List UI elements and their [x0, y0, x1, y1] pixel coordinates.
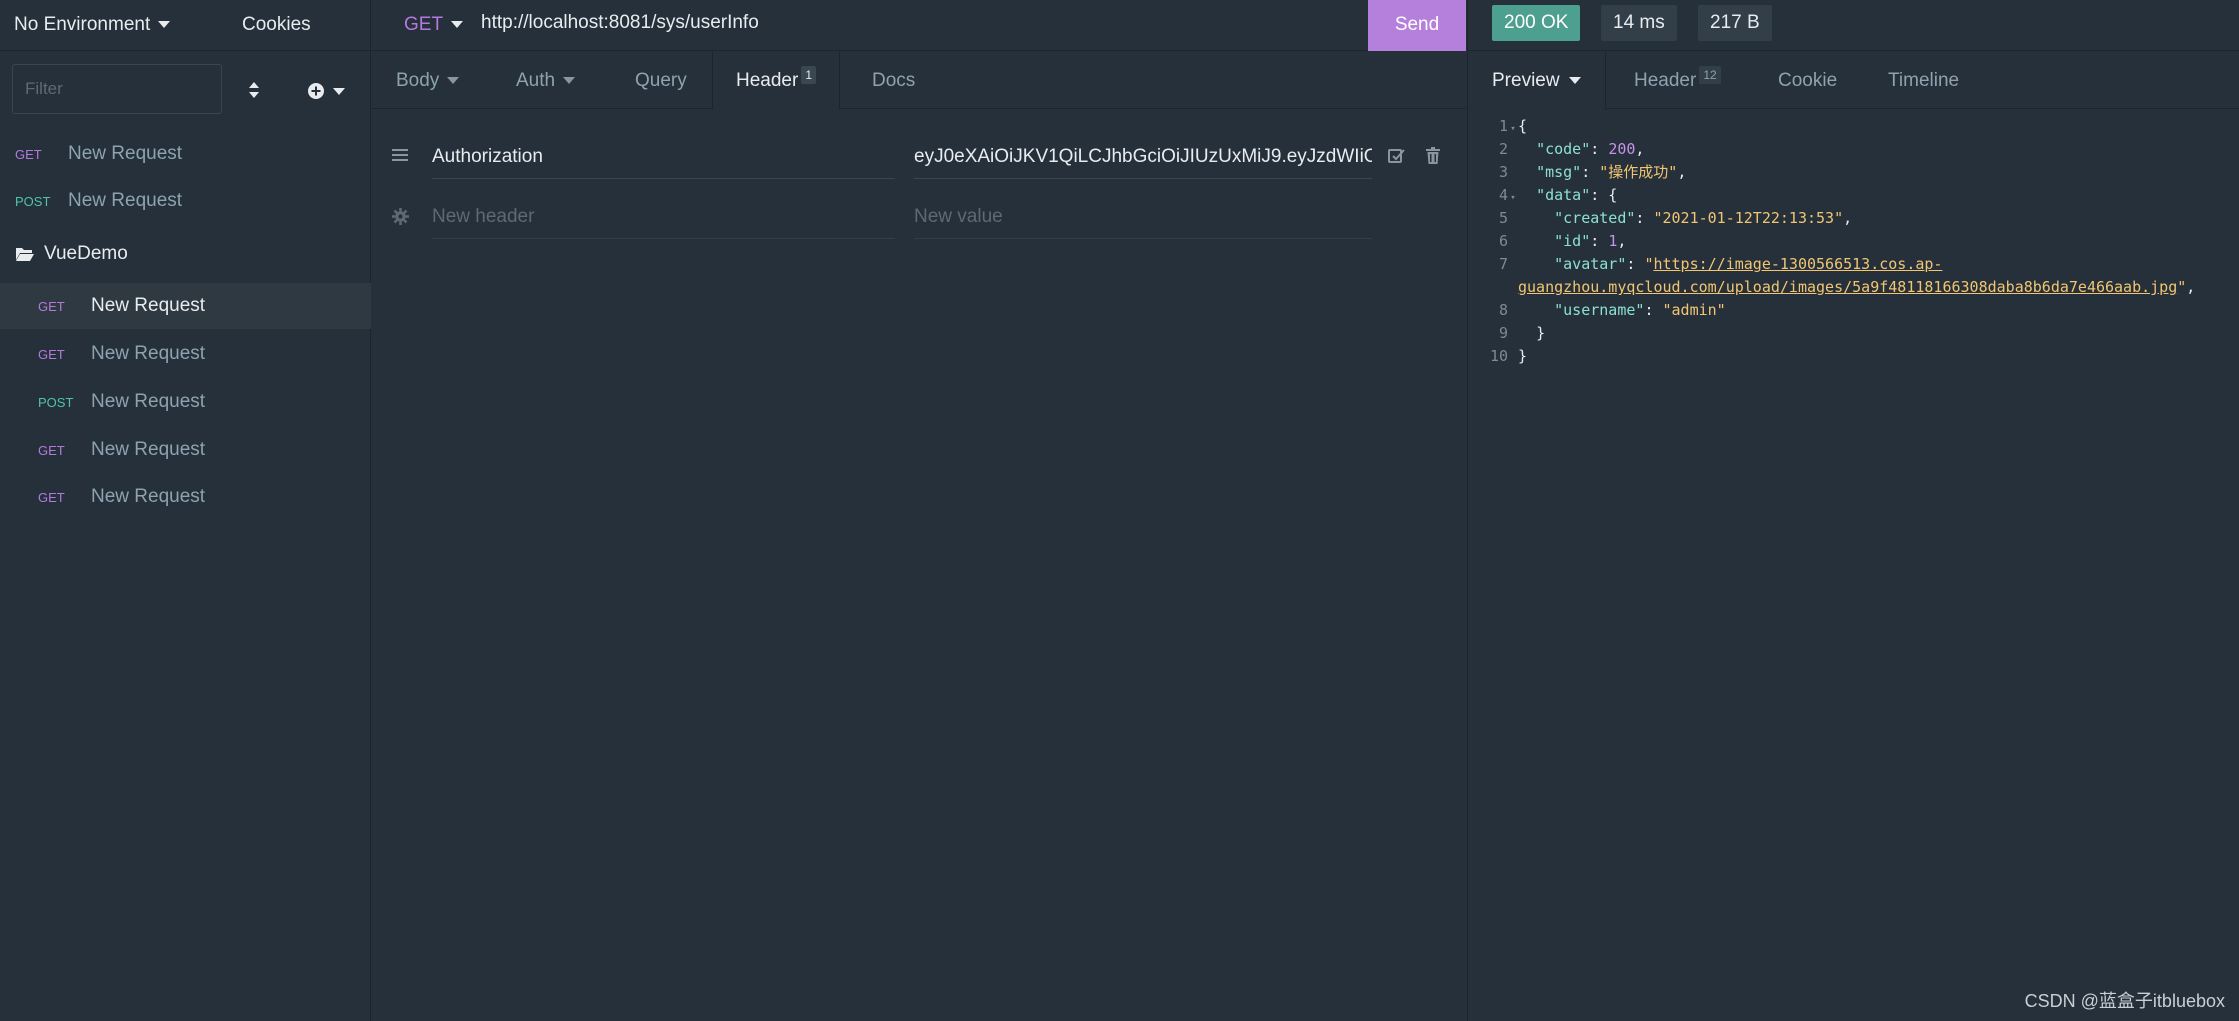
drag-handle-icon[interactable]: [392, 148, 408, 162]
chevron-down-icon: [451, 21, 464, 29]
tab-label: Auth: [516, 70, 556, 91]
chevron-down-icon: [1568, 77, 1581, 85]
code-line: 9 }: [1498, 324, 1546, 342]
method-badge: GET: [38, 346, 65, 362]
request-name: New Request: [91, 343, 206, 364]
chevron-down-icon: [158, 21, 171, 29]
folder-name: VueDemo: [44, 243, 128, 264]
new-header-input[interactable]: New header: [432, 195, 895, 239]
method-label: GET: [404, 14, 444, 35]
tab-response-header[interactable]: Header 12: [1634, 52, 1721, 109]
tab-label: Body: [396, 70, 440, 91]
environment-selector[interactable]: No Environment: [14, 14, 171, 36]
tab-body[interactable]: Body: [396, 52, 460, 109]
status-badge: 200 OK: [1492, 5, 1581, 41]
response-tabs: Preview Header 12 Cookie Timeline: [1467, 52, 2239, 110]
tab-query[interactable]: Query: [635, 52, 687, 109]
tab-cookie[interactable]: Cookie: [1778, 52, 1837, 109]
cookies-button[interactable]: Cookies: [242, 14, 311, 36]
tab-label: Preview: [1492, 70, 1560, 91]
size-badge: 217 B: [1698, 5, 1772, 41]
filter-placeholder: Filter: [25, 79, 63, 98]
header-row: Authorization eyJ0eXAiOiJKV1QiLCJhbGciOi…: [372, 135, 1466, 185]
new-value-input[interactable]: New value: [914, 195, 1372, 239]
tab-auth[interactable]: Auth: [516, 52, 576, 109]
sidebar-request-item[interactable]: GET New Request: [0, 131, 371, 177]
request-name: New Request: [91, 391, 206, 412]
method-badge: GET: [38, 442, 65, 458]
method-badge: GET: [38, 489, 65, 505]
avatar-link[interactable]: https://image-1300566513.cos.ap-: [1653, 255, 1942, 273]
code-line: 1 ▾{: [1468, 115, 1527, 138]
watermark: CSDN @蓝盒子itbluebox: [2024, 991, 2225, 1011]
response-body: 1 ▾{ 2 "code": 200, 3 "msg": "操作成功", 4 ▾ "…: [1467, 110, 2239, 1021]
tab-header[interactable]: Header 1: [712, 52, 841, 110]
method-badge: GET: [38, 298, 65, 314]
environment-label: No Environment: [14, 14, 151, 35]
url-input[interactable]: http://localhost:8081/sys/userInfo: [481, 12, 759, 34]
sidebar: No Environment Cookies Filter GET New Re…: [0, 0, 371, 1021]
header-count-badge: 12: [1699, 66, 1721, 84]
method-selector[interactable]: GET: [404, 14, 464, 36]
code-line: 3 "msg": "操作成功",: [1498, 163, 1687, 181]
sidebar-request-item[interactable]: POST New Request: [0, 379, 371, 425]
header-count-badge: 1: [801, 66, 817, 84]
trash-icon[interactable]: [1426, 147, 1440, 164]
filter-input[interactable]: Filter: [12, 64, 222, 114]
method-badge: POST: [38, 394, 74, 410]
chevron-down-icon: [563, 77, 576, 85]
url-bar: GET http://localhost:8081/sys/userInfo S…: [372, 0, 1466, 51]
gear-icon: [392, 208, 409, 225]
code-line: 8 "username": "admin": [1498, 301, 1726, 319]
new-header-row: New header New value: [372, 195, 1466, 245]
request-name: New Request: [68, 143, 183, 164]
time-badge: 14 ms: [1601, 5, 1677, 41]
header-name-input[interactable]: Authorization: [432, 135, 895, 179]
plus-circle-icon: [308, 83, 324, 100]
request-name: New Request: [91, 486, 206, 507]
code-line: 7 "avatar": "https://image-1300566513.co…: [1498, 255, 1943, 273]
sort-icon[interactable]: [245, 78, 263, 102]
sidebar-folder[interactable]: VueDemo: [0, 231, 371, 277]
add-dropdown-button[interactable]: [308, 80, 346, 101]
folder-open-icon: [16, 248, 34, 261]
code-line: 5 "created": "2021-01-12T22:13:53",: [1498, 209, 1853, 227]
code-line: 6 "id": 1,: [1498, 232, 1627, 250]
tab-preview[interactable]: Preview: [1467, 52, 1606, 110]
avatar-link[interactable]: guangzhou.myqcloud.com/upload/images/5a9…: [1518, 278, 2177, 296]
request-name: New Request: [91, 295, 206, 316]
code-line: 10}: [1489, 347, 1528, 365]
code-line: 4 ▾ "data": {: [1468, 184, 1617, 207]
tab-docs[interactable]: Docs: [872, 52, 915, 109]
method-badge: GET: [15, 146, 42, 162]
request-tabs: Body Auth Query Header 1 Docs: [372, 52, 1466, 110]
request-name: New Request: [91, 439, 206, 460]
header-value-input[interactable]: eyJ0eXAiOiJKV1QiLCJhbGciOiJIUzUxMiJ9.eyJ…: [914, 135, 1372, 179]
response-status-bar: 200 OK 14 ms 217 B: [1467, 0, 2239, 51]
code-line: guangzhou.myqcloud.com/upload/images/5a9…: [1518, 278, 2196, 296]
method-badge: POST: [15, 193, 51, 209]
sidebar-header: No Environment Cookies: [0, 0, 371, 51]
sidebar-request-item[interactable]: GET New Request: [0, 474, 371, 520]
tab-timeline[interactable]: Timeline: [1888, 52, 1959, 109]
sidebar-request-item[interactable]: GET New Request: [0, 283, 371, 329]
tab-label: Header: [736, 70, 799, 91]
tab-label: Header: [1634, 70, 1697, 91]
code-line: 2 "code": 200,: [1498, 140, 1645, 158]
sidebar-request-item[interactable]: POST New Request: [0, 178, 371, 224]
send-button[interactable]: Send: [1368, 0, 1466, 51]
sidebar-request-item[interactable]: GET New Request: [0, 427, 371, 473]
sidebar-request-item[interactable]: GET New Request: [0, 331, 371, 377]
request-name: New Request: [68, 190, 183, 211]
chevron-down-icon: [333, 87, 346, 95]
checkbox-icon[interactable]: [1388, 148, 1406, 164]
chevron-down-icon: [447, 77, 460, 85]
